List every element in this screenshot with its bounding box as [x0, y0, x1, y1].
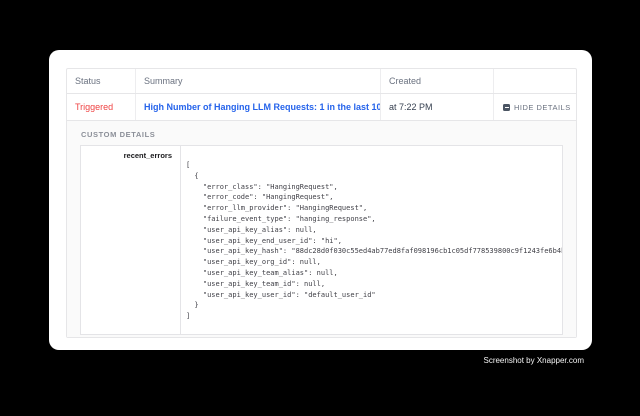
xnapper-watermark: Screenshot by Xnapper.com	[483, 356, 584, 365]
summary-cell: High Number of Hanging LLM Requests: 1 i…	[136, 94, 381, 120]
column-header-status: Status	[67, 69, 136, 93]
table-header-row: Status Summary Created	[67, 69, 576, 94]
detail-value-cell: [ { "error_class": "HangingRequest", "er…	[180, 146, 562, 334]
recent-errors-json-code: [ { "error_class": "HangingRequest", "er…	[181, 146, 562, 334]
column-header-actions	[494, 69, 576, 93]
custom-details-label: CUSTOM DETAILS	[81, 130, 563, 139]
minus-square-icon	[503, 104, 510, 111]
column-header-created: Created	[381, 69, 494, 93]
actions-cell: HIDE DETAILS	[494, 94, 576, 120]
hide-details-label: HIDE DETAILS	[514, 103, 571, 112]
created-cell: at 7:22 PM	[381, 94, 494, 120]
alert-details-card: Status Summary Created Triggered High Nu…	[49, 50, 592, 350]
table-row: Triggered High Number of Hanging LLM Req…	[67, 94, 576, 121]
status-badge: Triggered	[75, 102, 113, 112]
hide-details-button[interactable]: HIDE DETAILS	[503, 103, 571, 112]
detail-key-recent-errors: recent_errors	[81, 146, 180, 334]
alerts-table: Status Summary Created Triggered High Nu…	[66, 68, 577, 338]
alert-summary-link[interactable]: High Number of Hanging LLM Requests: 1 i…	[144, 102, 381, 112]
custom-details-table: recent_errors [ { "error_class": "Hangin…	[80, 145, 563, 335]
custom-details-section: CUSTOM DETAILS recent_errors [ { "error_…	[67, 121, 576, 337]
status-cell: Triggered	[67, 94, 136, 120]
column-header-summary: Summary	[136, 69, 381, 93]
